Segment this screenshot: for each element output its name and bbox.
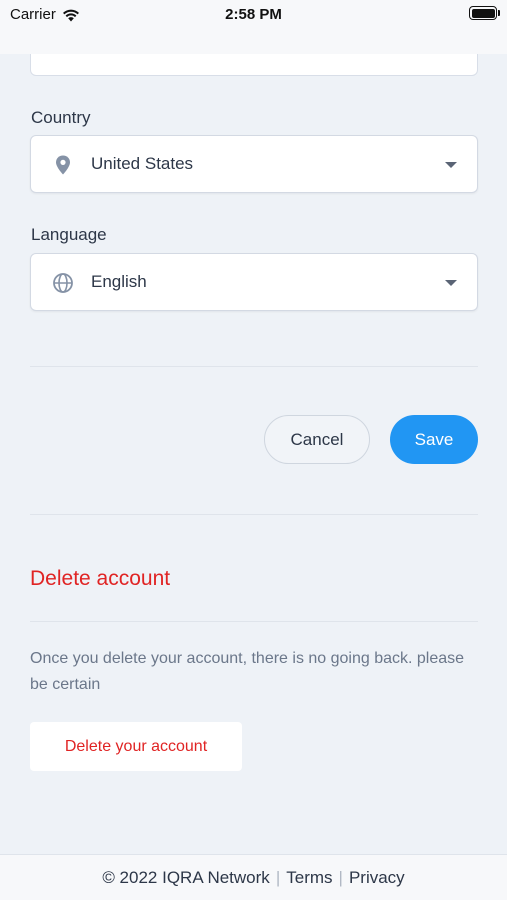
delete-account-description: Once you delete your account, there is n…: [30, 650, 465, 693]
battery-icon: [469, 6, 500, 20]
privacy-link[interactable]: Privacy: [349, 868, 405, 888]
language-select[interactable]: English: [30, 253, 478, 311]
footer-separator: |: [275, 867, 281, 887]
terms-link[interactable]: Terms: [286, 868, 332, 888]
footer-separator: |: [338, 867, 343, 887]
country-label: Country: [31, 108, 91, 127]
language-value: English: [91, 272, 147, 291]
globe-icon: [53, 273, 73, 293]
cancel-button[interactable]: Cancel: [264, 415, 370, 464]
footer: © 2022 IQRA Network | Terms | Privacy: [0, 854, 507, 900]
divider: [30, 514, 478, 515]
status-bar: Carrier 2:58 PM: [0, 0, 507, 54]
language-label: Language: [31, 225, 107, 244]
map-pin-icon: [56, 155, 70, 175]
clock: 2:58 PM: [225, 6, 282, 23]
delete-account-heading: Delete account: [30, 567, 171, 590]
delete-account-button[interactable]: Delete your account: [30, 722, 242, 771]
chevron-down-icon: [445, 280, 457, 286]
divider: [30, 366, 478, 367]
country-value: United States: [91, 154, 194, 173]
country-select[interactable]: United States: [30, 135, 478, 193]
copyright-text: © 2022 IQRA Network: [102, 867, 270, 887]
chevron-down-icon: [445, 162, 457, 168]
divider: [30, 621, 478, 622]
save-button[interactable]: Save: [390, 415, 478, 464]
